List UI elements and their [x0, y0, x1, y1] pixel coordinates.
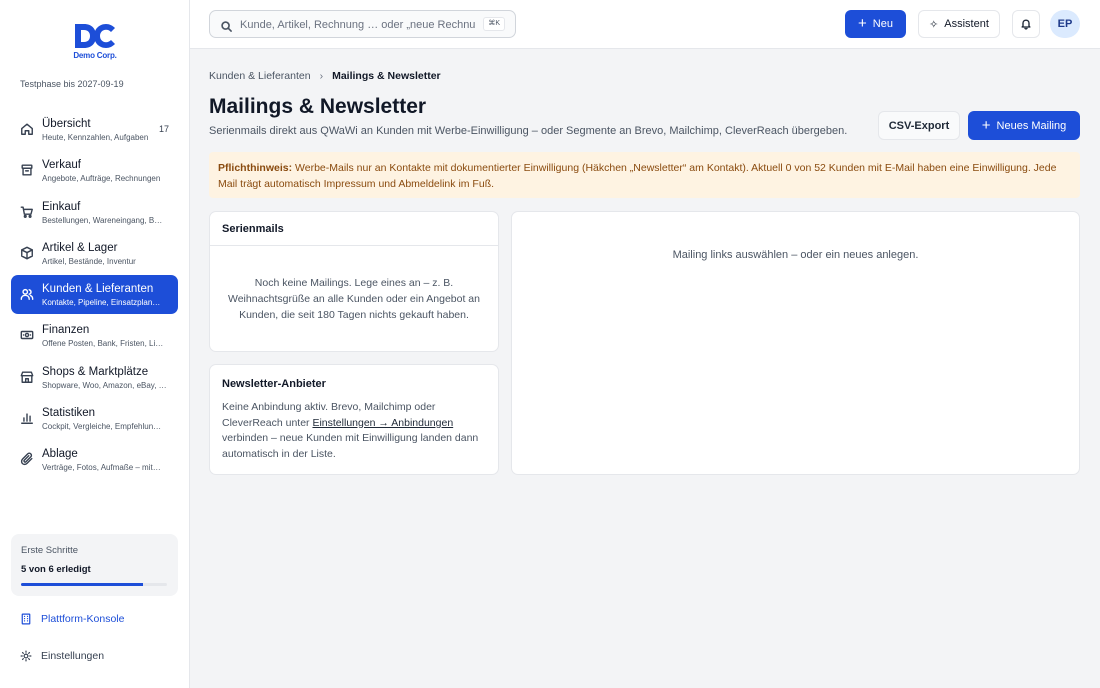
sidebar-item-finanzen[interactable]: Finanzen Offene Posten, Bank, Fristen, L… [11, 316, 178, 355]
steps-progress-bar [21, 583, 167, 586]
new-button-label: Neu [872, 18, 893, 30]
breadcrumb-parent[interactable]: Kunden & Lieferanten [209, 70, 311, 82]
sidebar-item-label: Einkauf [42, 200, 81, 213]
search-icon [221, 19, 232, 32]
bar-chart-icon [20, 411, 34, 425]
sidebar-item-sublabel: Verträge, Fotos, Aufmaße – mit… [42, 463, 161, 473]
serienmails-empty-text: Noch keine Mailings. Lege eines an – z. … [228, 277, 480, 321]
sidebar-item-shops-marktplaetze[interactable]: Shops & Marktplätze Shopware, Woo, Amazo… [11, 358, 178, 397]
plus-icon: + [858, 15, 867, 32]
notice-text: Werbe-Mails nur an Kontakte mit dokument… [218, 162, 1057, 190]
search-box[interactable]: ⌘K [209, 10, 516, 38]
users-icon [20, 287, 34, 301]
logo-mark [75, 24, 115, 48]
sidebar-item-sublabel: Kontakte, Pipeline, Einsatzplan… [42, 298, 161, 308]
new-mailing-label: Neues Mailing [996, 119, 1067, 132]
home-icon [20, 122, 34, 136]
settings-link[interactable]: Einstellungen [20, 650, 104, 662]
newsletter-text-part: verbinden – neue Kunden mit Einwilligung… [222, 432, 479, 460]
user-avatar[interactable]: EP [1050, 10, 1080, 38]
sidebar-item-label: Kunden & Lieferanten [42, 283, 154, 296]
csv-export-button[interactable]: CSV-Export [878, 111, 960, 140]
sidebar-item-uebersicht[interactable]: Übersicht Heute, Kennzahlen, Aufgaben 17 [11, 110, 178, 149]
notifications-button[interactable] [1012, 10, 1040, 38]
paperclip-icon [20, 452, 34, 466]
archive-icon [20, 163, 34, 177]
assistant-button[interactable]: ✧ Assistent [918, 10, 1000, 38]
sidebar-item-label: Statistiken [42, 407, 96, 420]
building-icon [21, 613, 31, 625]
plus-icon: + [981, 116, 991, 134]
sidebar-item-sublabel: Bestellungen, Wareneingang, B… [42, 215, 163, 225]
sidebar-item-label: Finanzen [42, 324, 90, 337]
sidebar-item-sublabel: Angebote, Aufträge, Rechnungen [42, 174, 161, 184]
search-input[interactable] [240, 16, 476, 34]
steps-progress-text: 5 von 6 erledigt [21, 564, 91, 575]
serienmails-card: Serienmails Noch keine Mailings. Lege ei… [209, 211, 499, 352]
logo[interactable]: Demo Corp. [0, 22, 190, 60]
sidebar-item-label: Übersicht [42, 118, 91, 130]
sidebar-item-label: Verkauf [42, 159, 81, 172]
integrations-link[interactable]: Einstellungen → Anbindungen [312, 417, 453, 429]
sidebar-item-kunden-lieferanten[interactable]: Kunden & Lieferanten Kontakte, Pipeline,… [11, 275, 178, 315]
sun-gear-icon [20, 650, 32, 662]
sparkle-icon: ✧ [929, 18, 939, 31]
platform-console-label: Plattform-Konsole [41, 613, 125, 625]
sidebar-item-sublabel: Shopware, Woo, Amazon, eBay, … [42, 380, 167, 390]
topbar: ⌘K + Neu ✧ Assistent EP [190, 0, 1100, 49]
sidebar-item-label: Ablage [42, 448, 78, 461]
sidebar-item-verkauf[interactable]: Verkauf Angebote, Aufträge, Rechnungen [11, 151, 178, 190]
breadcrumb-current: Mailings & Newsletter [332, 70, 441, 82]
steps-title: Erste Schritte [21, 545, 79, 556]
bell-icon [1021, 19, 1031, 30]
compliance-notice: Pflichthinweis: Werbe-Mails nur an Konta… [209, 152, 1080, 198]
sidebar-nav: Übersicht Heute, Kennzahlen, Aufgaben 17… [11, 110, 178, 482]
sidebar: Demo Corp. Testphase bis 2027-09-19 Über… [0, 0, 190, 688]
new-mailing-button[interactable]: + Neues Mailing [968, 111, 1080, 140]
newsletter-provider-title: Newsletter-Anbieter [222, 378, 326, 390]
page-title: Mailings & Newsletter [209, 95, 427, 118]
assistant-button-label: Assistent [944, 18, 989, 30]
sidebar-item-sublabel: Cockpit, Vergleiche, Empfehlun… [42, 422, 162, 432]
notice-label: Pflichthinweis: [218, 162, 293, 174]
sidebar-item-badge: 17 [158, 124, 169, 134]
sidebar-item-einkauf[interactable]: Einkauf Bestellungen, Wareneingang, B… [11, 193, 178, 232]
sidebar-item-sublabel: Offene Posten, Bank, Fristen, Li… [42, 339, 164, 349]
sidebar-item-statistiken[interactable]: Statistiken Cockpit, Vergleiche, Empfehl… [11, 399, 178, 438]
cart-icon [20, 205, 34, 219]
sidebar-item-sublabel: Heute, Kennzahlen, Aufgaben [42, 133, 149, 142]
page-subtitle: Serienmails direkt aus QWaWi an Kunden m… [209, 125, 848, 137]
onboarding-steps[interactable]: Erste Schritte 5 von 6 erledigt [11, 534, 178, 596]
sidebar-item-label: Artikel & Lager [42, 241, 118, 254]
chevron-right-icon: › [319, 70, 324, 82]
mailing-detail-empty-text: Mailing links auswählen – oder ein neues… [672, 249, 919, 261]
shop-icon [20, 370, 34, 384]
mailing-detail-panel: Mailing links auswählen – oder ein neues… [511, 211, 1080, 475]
box-icon [20, 246, 34, 260]
search-shortcut: ⌘K [483, 17, 505, 31]
newsletter-provider-card: Newsletter-Anbieter Keine Anbindung akti… [209, 364, 499, 475]
serienmails-title: Serienmails [210, 212, 498, 246]
sidebar-item-artikel-lager[interactable]: Artikel & Lager Artikel, Bestände, Inven… [11, 234, 178, 273]
sidebar-item-ablage[interactable]: Ablage Verträge, Fotos, Aufmaße – mit… [11, 440, 178, 479]
sidebar-item-sublabel: Artikel, Bestände, Inventur [42, 256, 136, 266]
new-button[interactable]: + Neu [845, 10, 906, 38]
settings-label: Einstellungen [41, 650, 105, 662]
steps-progress-fill [21, 583, 143, 586]
newsletter-provider-text: Keine Anbindung aktiv. Brevo, Mailchimp … [222, 400, 486, 462]
breadcrumb: Kunden & Lieferanten › Mailings & Newsle… [209, 70, 441, 82]
platform-console-link[interactable]: Plattform-Konsole [20, 613, 124, 625]
logo-text: Demo Corp. [73, 51, 117, 60]
banknote-icon [20, 328, 34, 342]
sidebar-item-label: Shops & Marktplätze [42, 365, 149, 378]
trial-notice: Testphase bis 2027-09-19 [20, 79, 124, 89]
